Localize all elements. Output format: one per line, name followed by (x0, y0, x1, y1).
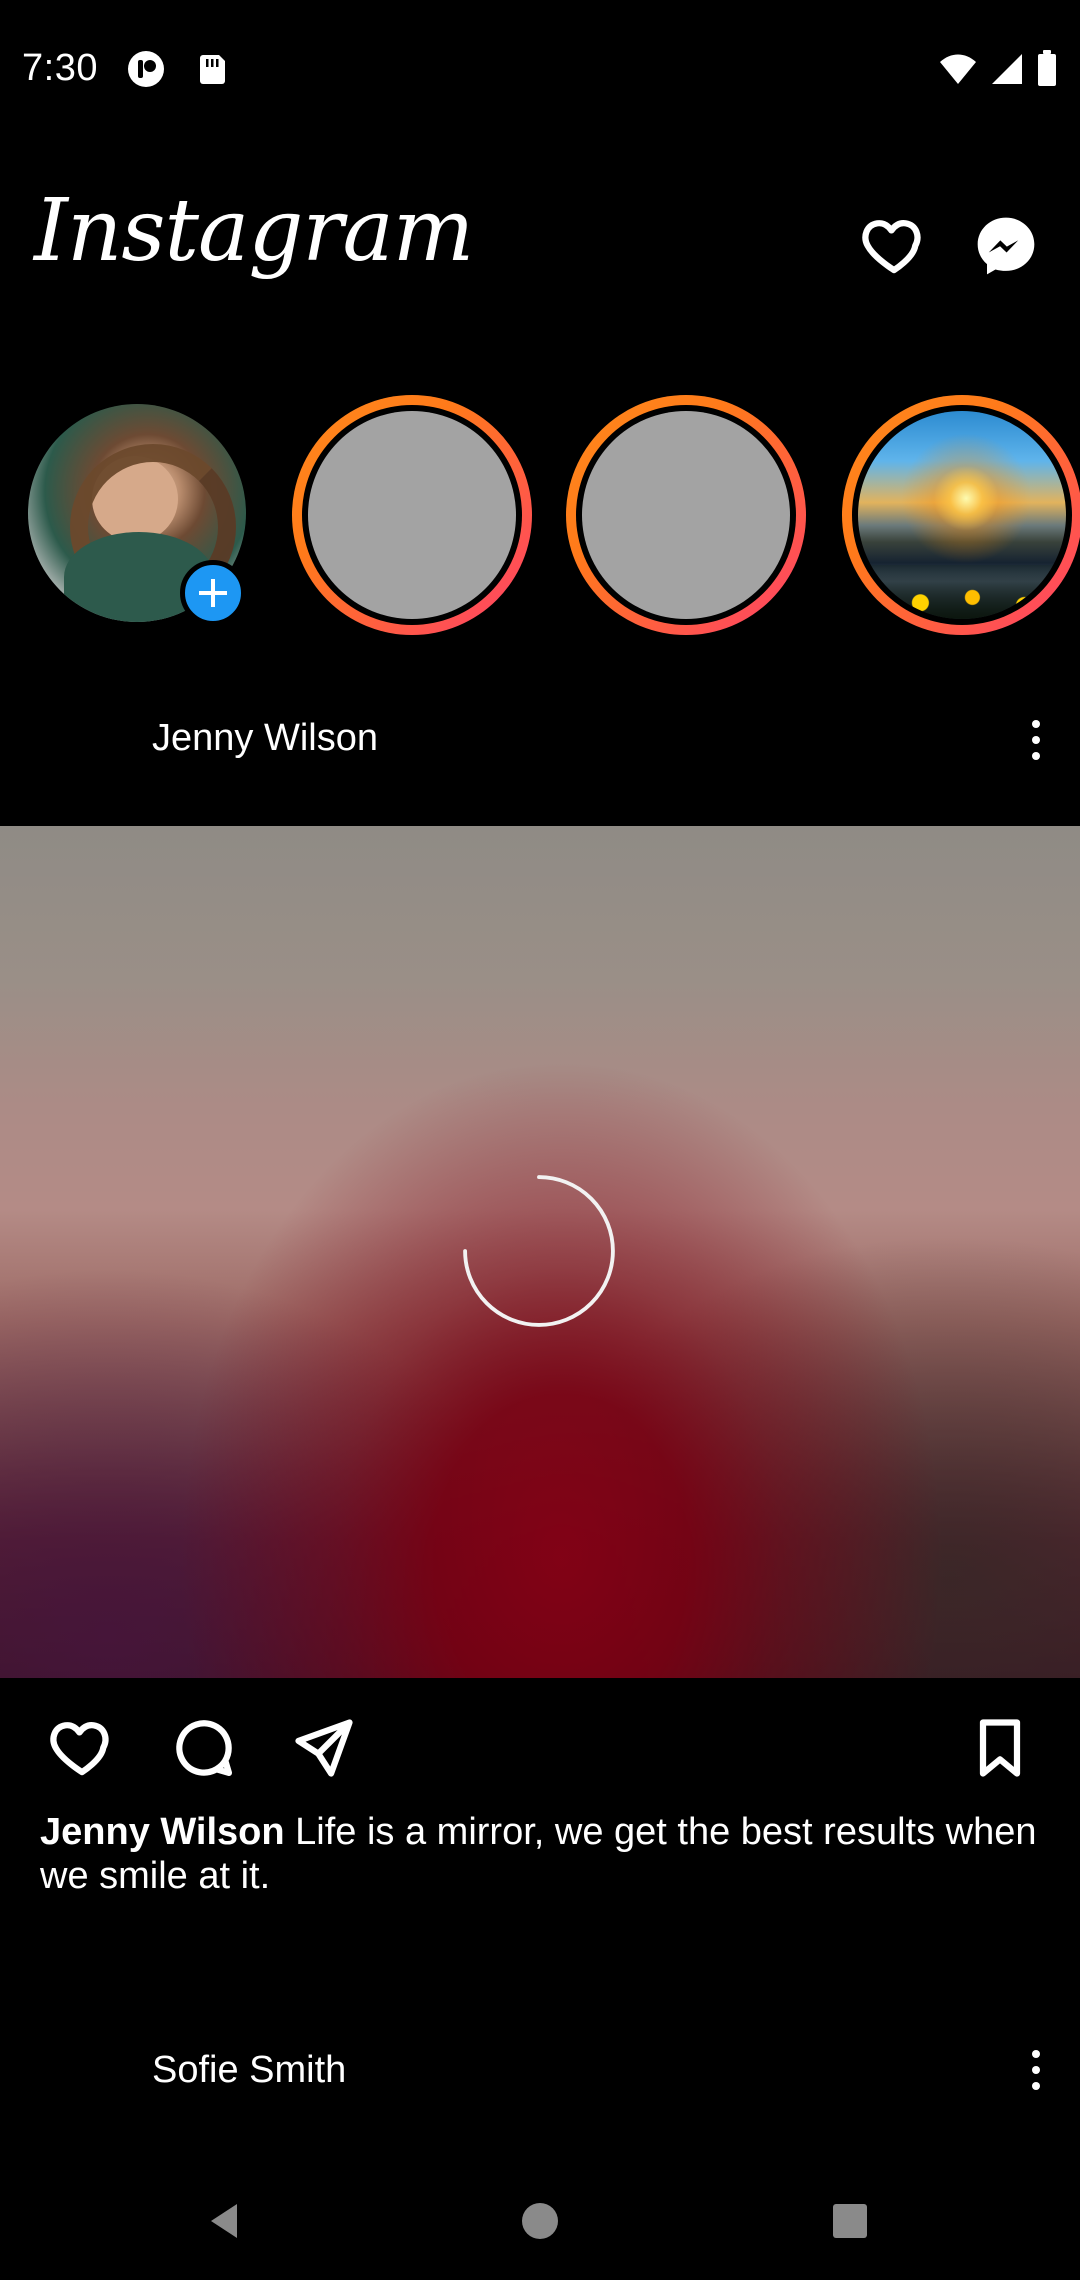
bookmark-button[interactable] (960, 1708, 1040, 1788)
like-button[interactable] (42, 1708, 122, 1788)
second-post-header: Sofie Smith (0, 2020, 1080, 2120)
add-story-button[interactable] (180, 560, 246, 626)
back-icon (211, 2204, 237, 2238)
recents-icon (833, 2204, 867, 2238)
messenger-icon (977, 217, 1035, 275)
story-avatar-placeholder (582, 411, 790, 619)
loading-spinner-icon (463, 1175, 615, 1327)
heart-icon (862, 220, 921, 274)
comment-button[interactable] (164, 1708, 244, 1788)
status-time: 7:30 (22, 47, 98, 89)
post-username[interactable]: Jenny Wilson (152, 714, 378, 762)
story-item-3[interactable] (566, 395, 806, 635)
home-icon (522, 2203, 558, 2239)
like-icon (50, 1722, 109, 1776)
post-header: Jenny Wilson (0, 690, 1080, 790)
post-more-button[interactable] (1016, 710, 1056, 770)
story-item-4[interactable] (842, 395, 1080, 635)
parental-controls-icon (128, 51, 164, 87)
wifi-icon (940, 54, 976, 84)
messenger-button[interactable] (970, 210, 1042, 282)
home-button[interactable] (490, 2176, 590, 2266)
second-post-username[interactable]: Sofie Smith (152, 2046, 346, 2094)
instagram-logo: Instagram (34, 181, 474, 281)
caption-username[interactable]: Jenny Wilson (40, 1811, 285, 1853)
share-button[interactable] (284, 1708, 364, 1788)
signal-icon (992, 54, 1022, 84)
share-icon (295, 1719, 353, 1777)
bookmark-icon (979, 1719, 1021, 1777)
story-item-2[interactable] (292, 395, 532, 635)
battery-icon (1038, 50, 1056, 86)
sd-card-icon (200, 55, 225, 84)
status-bar: 7:30 (0, 0, 1080, 140)
notifications-button[interactable] (858, 210, 930, 282)
story-avatar-placeholder (308, 411, 516, 619)
post-caption: Jenny Wilson Life is a mirror, we get th… (40, 1810, 1040, 1898)
status-right-icons (938, 47, 1058, 91)
second-post-more-button[interactable] (1016, 2040, 1056, 2100)
system-nav-bar (0, 2160, 1080, 2280)
recents-button[interactable] (800, 2176, 900, 2266)
story-landscape-image (858, 411, 1066, 619)
back-button[interactable] (174, 2176, 274, 2266)
comment-icon (176, 1720, 233, 1777)
stories-row (0, 390, 1080, 640)
